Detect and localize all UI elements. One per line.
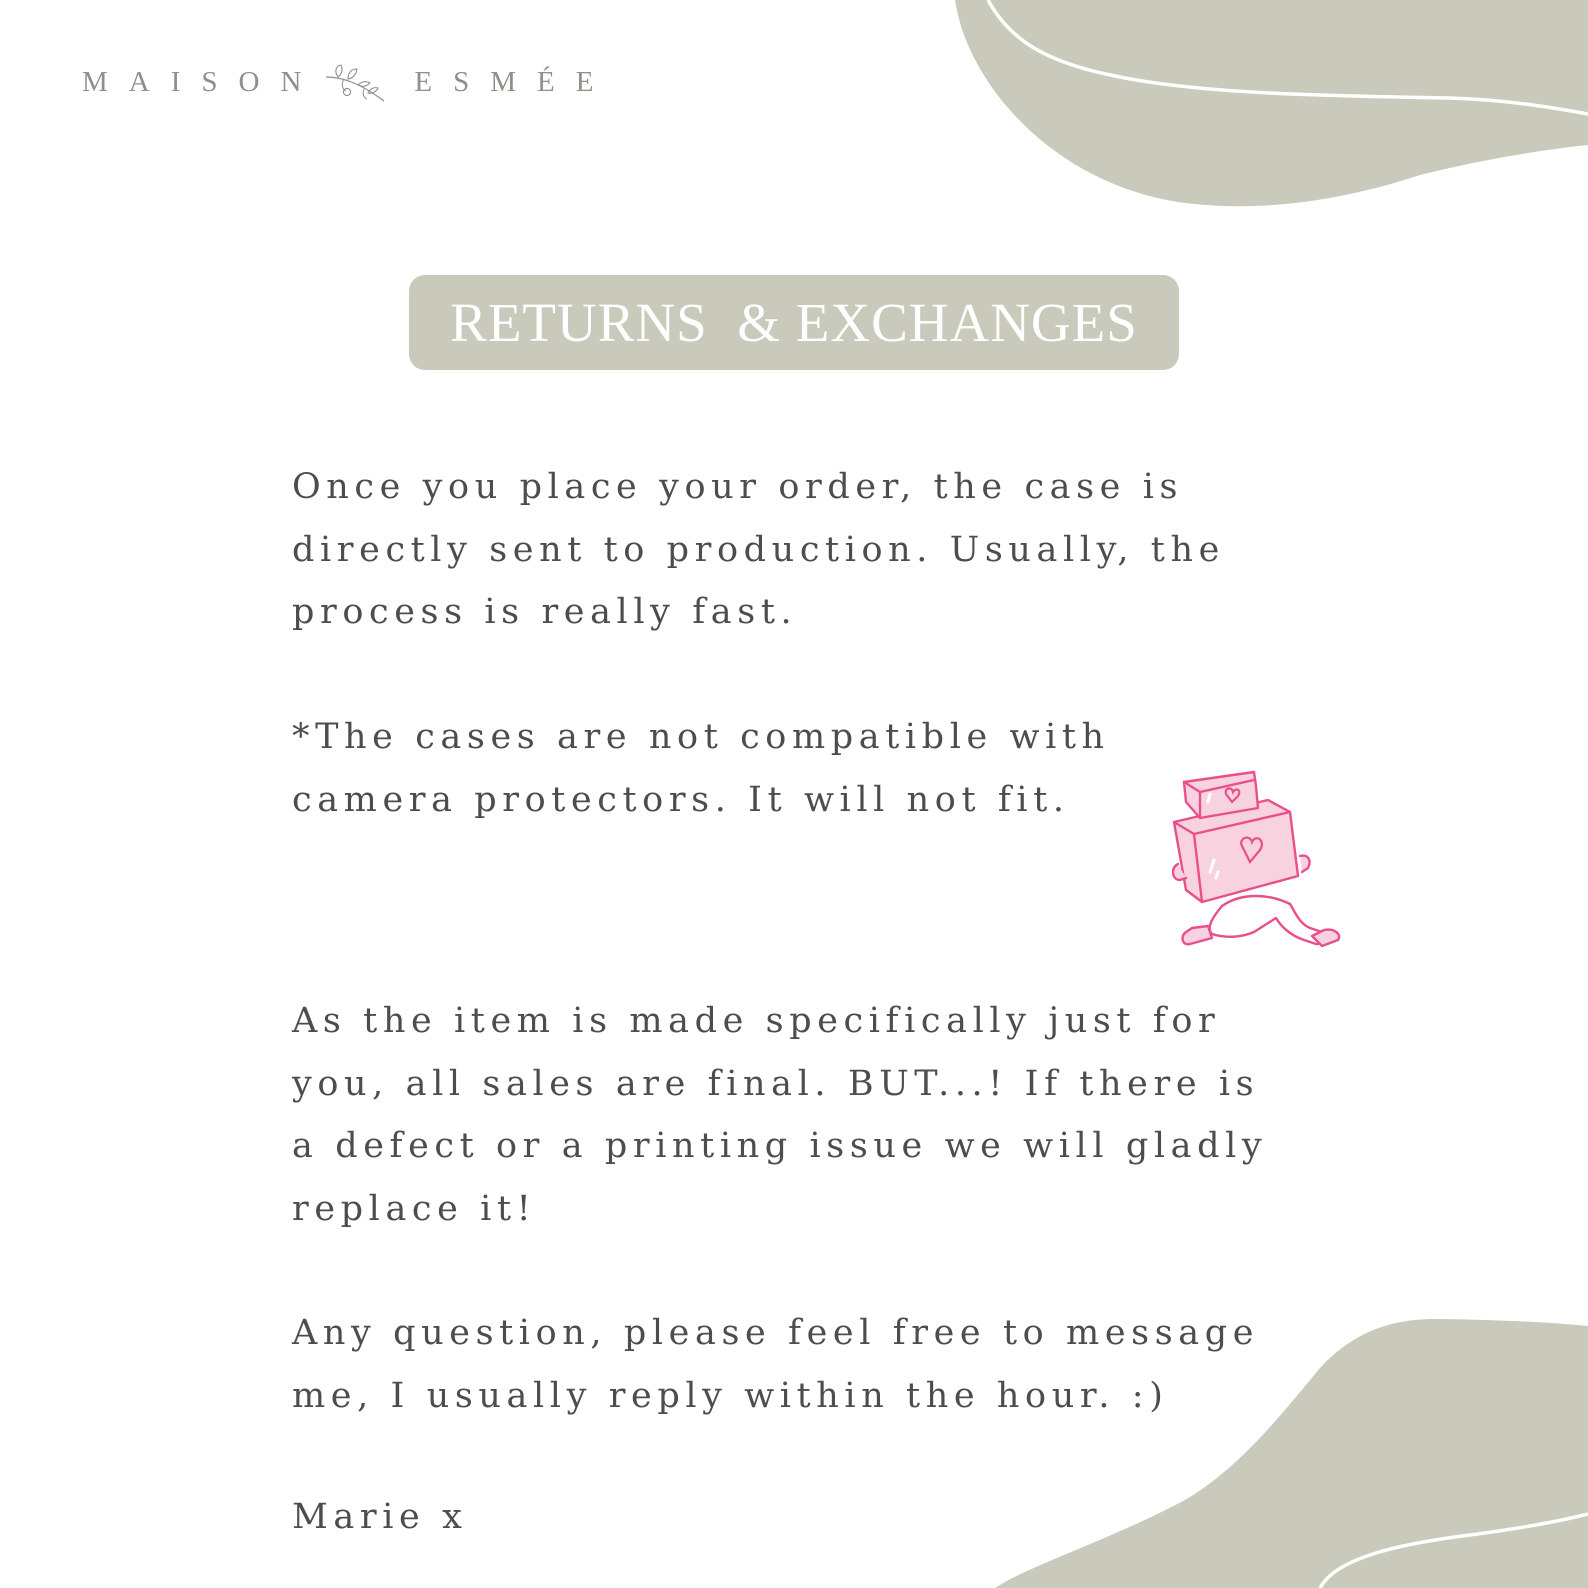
- bottom-right-blob-line: [1318, 1512, 1588, 1588]
- title-banner: RETURNS & EXCHANGES: [409, 275, 1179, 370]
- page-title: RETURNS & EXCHANGES: [450, 292, 1138, 353]
- production-paragraph: Once you place your order, the case is d…: [292, 467, 1225, 632]
- questions-paragraph: Any question, please feel free to messag…: [292, 1313, 1260, 1416]
- brand-left-word: MAISON: [82, 65, 323, 98]
- returns-page: MAISON ESMÉE RETURNS & EXCHANGES Once yo…: [0, 0, 1588, 1588]
- top-right-blob: [955, 0, 1588, 207]
- final-sales-paragraph: As the item is made specifically just fo…: [292, 1001, 1268, 1229]
- courier-carrying-heart-boxes-icon: [1172, 770, 1341, 948]
- olive-branch-icon: [326, 64, 385, 102]
- signoff: Marie x: [292, 1497, 468, 1537]
- brand-logo: MAISON ESMÉE: [82, 60, 614, 104]
- top-right-blob-line: [986, 0, 1588, 116]
- compatibility-note: *The cases are not compatible with camer…: [292, 717, 1110, 820]
- brand-right-word: ESMÉE: [414, 65, 615, 98]
